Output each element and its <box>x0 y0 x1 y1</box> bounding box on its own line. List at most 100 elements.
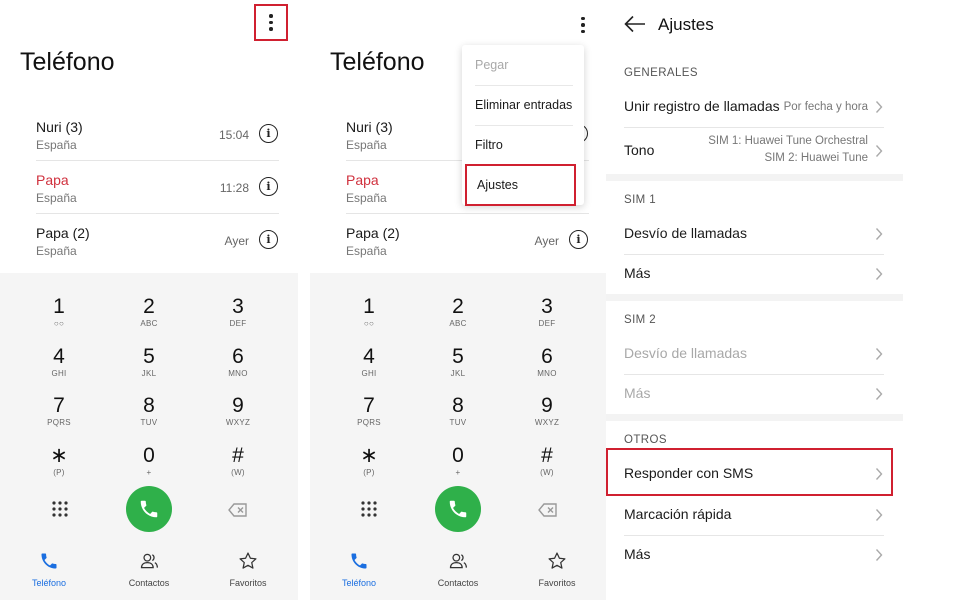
key-4[interactable]: 4 GHI <box>334 345 404 389</box>
call-log-list: Nuri (3) España 15:04 i Papa España 11:2… <box>36 108 279 267</box>
key-2[interactable]: 2 ABC <box>114 295 184 339</box>
call-button[interactable] <box>435 486 481 532</box>
section-spacer <box>606 414 903 421</box>
ringtone-row[interactable]: Tono SIM 1: Huawei Tune Orchestral SIM 2… <box>624 131 884 171</box>
info-icon[interactable]: i <box>259 177 278 196</box>
contact-name: Papa (2) <box>36 225 90 241</box>
menu-item-delete-entries[interactable]: Eliminar entradas <box>462 85 584 125</box>
phone-icon <box>351 553 367 569</box>
key-0[interactable]: 0 + <box>423 444 493 488</box>
backspace-icon[interactable] <box>228 503 248 517</box>
key-6[interactable]: 6 MNO <box>203 345 273 389</box>
nav-favorites[interactable]: Favoritos <box>522 551 592 588</box>
more-row[interactable]: Más <box>624 535 884 575</box>
key-9[interactable]: 9 WXYZ <box>203 394 273 438</box>
merge-call-log-row[interactable]: Unir registro de llamadas Por fecha y ho… <box>624 87 884 127</box>
key-star[interactable]: ∗ (P) <box>24 444 94 488</box>
more-options-icon <box>269 14 273 18</box>
chevron-right-icon <box>875 228 883 240</box>
info-icon[interactable]: i <box>569 230 588 249</box>
chevron-right-icon <box>875 468 883 480</box>
key-7[interactable]: 7 PQRS <box>334 394 404 438</box>
nav-contacts[interactable]: Contactos <box>114 551 184 588</box>
back-arrow-icon[interactable] <box>624 15 646 33</box>
contact-country: España <box>346 191 387 205</box>
section-spacer <box>606 294 903 301</box>
call-log-item[interactable]: Papa (2) España Ayer i <box>346 214 589 267</box>
menu-item-settings[interactable]: Ajustes <box>465 164 576 206</box>
contact-name: Papa <box>346 172 379 188</box>
key-3[interactable]: 3 DEF <box>203 295 273 339</box>
star-icon <box>239 552 257 569</box>
voicemail-icon: ○○ <box>363 319 375 328</box>
key-3[interactable]: 3 DEF <box>512 295 582 339</box>
row-label: Desvío de llamadas <box>624 225 747 241</box>
key-hash[interactable]: # (W) <box>512 444 582 488</box>
key-1[interactable]: 1 ○○ <box>24 295 94 339</box>
dialer-screen-menu-open: Teléfono Nuri (3) España i Papa España P… <box>310 0 606 600</box>
nav-favorites[interactable]: Favoritos <box>213 551 283 588</box>
key-4[interactable]: 4 GHI <box>24 345 94 389</box>
menu-item-paste[interactable]: Pegar <box>462 45 584 85</box>
row-label: Más <box>624 265 651 281</box>
info-icon[interactable]: i <box>259 124 278 143</box>
key-2[interactable]: 2 ABC <box>423 295 493 339</box>
call-button[interactable] <box>126 486 172 532</box>
reply-with-sms-row[interactable]: Responder con SMS <box>624 454 884 494</box>
section-header-sim2: SIM 2 <box>624 314 657 326</box>
call-time: Ayer <box>224 234 249 248</box>
page-title: Teléfono <box>20 48 115 76</box>
star-icon <box>548 552 566 569</box>
sim1-call-forwarding-row[interactable]: Desvío de llamadas <box>624 214 884 254</box>
contact-name: Papa (2) <box>346 225 400 241</box>
section-spacer <box>606 174 903 181</box>
sim1-more-row[interactable]: Más <box>624 254 884 294</box>
key-8[interactable]: 8 TUV <box>114 394 184 438</box>
speed-dial-row[interactable]: Marcación rápida <box>624 495 884 535</box>
key-1[interactable]: 1 ○○ <box>334 295 404 339</box>
settings-screen: Ajustes GENERALES Unir registro de llama… <box>606 0 957 600</box>
sim2-more-row[interactable]: Más <box>624 374 884 414</box>
nav-phone[interactable]: Teléfono <box>324 551 394 588</box>
contact-country: España <box>36 244 77 258</box>
key-6[interactable]: 6 MNO <box>512 345 582 389</box>
contacts-icon <box>140 553 158 569</box>
key-hash[interactable]: # (W) <box>203 444 273 488</box>
page-title: Ajustes <box>658 15 714 34</box>
more-options-button[interactable] <box>254 4 288 41</box>
divider <box>624 127 884 128</box>
key-8[interactable]: 8 TUV <box>423 394 493 438</box>
call-log-item[interactable]: Papa (2) España Ayer i <box>36 214 279 267</box>
keypad-toggle-icon[interactable] <box>50 499 70 519</box>
row-label: Más <box>624 385 651 401</box>
contact-name: Nuri (3) <box>346 119 393 135</box>
contact-name: Papa <box>36 172 69 188</box>
info-icon[interactable]: i <box>259 230 278 249</box>
dial-keypad: 1 ○○ 2 ABC 3 DEF 4 GHI 5 JKL 6 MNO 7 PQRS 8 TUV … <box>310 273 606 600</box>
row-label: Tono <box>624 142 655 158</box>
row-value: Por fecha y hora <box>783 101 868 113</box>
page-title: Teléfono <box>330 48 425 76</box>
more-options-button[interactable] <box>568 10 598 40</box>
backspace-icon[interactable] <box>538 503 558 517</box>
nav-contacts[interactable]: Contactos <box>423 551 493 588</box>
key-9[interactable]: 9 WXYZ <box>512 394 582 438</box>
dialer-screen: Teléfono Nuri (3) España 15:04 i Papa Es… <box>0 0 298 600</box>
call-log-item[interactable]: Papa España 11:28 i <box>36 161 279 214</box>
key-star[interactable]: ∗ (P) <box>334 444 404 488</box>
key-5[interactable]: 5 JKL <box>423 345 493 389</box>
key-0[interactable]: 0 + <box>114 444 184 488</box>
nav-phone[interactable]: Teléfono <box>14 551 84 588</box>
keypad-toggle-icon[interactable] <box>359 499 379 519</box>
section-header-others: OTROS <box>624 434 667 446</box>
sim2-call-forwarding-row[interactable]: Desvío de llamadas <box>624 334 884 374</box>
key-7[interactable]: 7 PQRS <box>24 394 94 438</box>
row-label: Responder con SMS <box>624 465 754 481</box>
call-log-item[interactable]: Nuri (3) España 15:04 i <box>36 108 279 161</box>
section-header-general: GENERALES <box>624 67 698 79</box>
key-5[interactable]: 5 JKL <box>114 345 184 389</box>
call-time: 15:04 <box>218 128 249 142</box>
menu-item-filter[interactable]: Filtro <box>462 125 584 165</box>
contact-country: España <box>346 138 387 152</box>
contact-name: Nuri (3) <box>36 119 83 135</box>
